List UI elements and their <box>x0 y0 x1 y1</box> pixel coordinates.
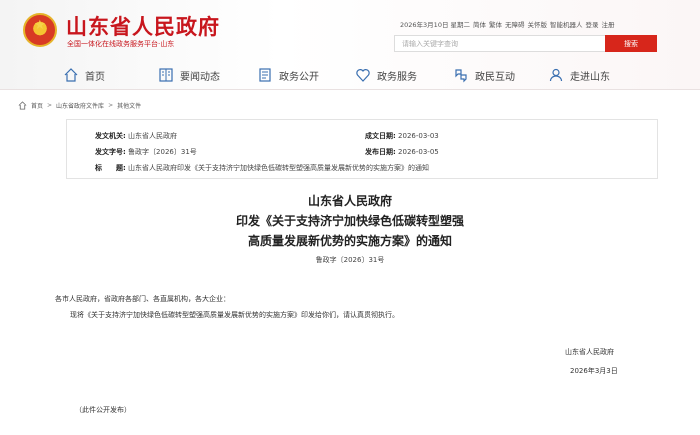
heart-icon <box>356 69 370 82</box>
meta-value: 山东省人民政府印发《关于支持济宁加快绿色低碳转型塑强高质量发展新优势的实施方案》… <box>128 164 430 172</box>
meta-title: 标 题: 山东省人民政府印发《关于支持济宁加快绿色低碳转型塑强高质量发展新优势的… <box>95 163 429 173</box>
meta-value: 山东省人民政府 <box>128 132 178 140</box>
link-traditional[interactable]: 繁体 <box>489 19 502 29</box>
meta-publish-date: 发布日期: 2026-03-05 <box>365 147 439 157</box>
top-links: 2026年3月10日 星期二 简体 繁体 无障碍 关怀版 智能机器人 登录 注册 <box>400 19 615 29</box>
meta-value: 鲁政字〔2026〕31号 <box>128 148 197 156</box>
meta-label: 发文机关: <box>95 132 126 140</box>
site-title[interactable]: 山东省人民政府 <box>66 11 220 41</box>
nav-label: 首页 <box>85 71 105 83</box>
doc-title-line-1: 山东省人民政府 <box>307 194 392 208</box>
doc-title-line-2: 印发《关于支持济宁加快绿色低碳转型塑强 <box>235 214 464 228</box>
nav-label: 政务服务 <box>377 71 417 83</box>
home-icon[interactable] <box>18 101 27 110</box>
current-date: 2026年3月10日 星期二 <box>400 21 471 29</box>
meta-issuer: 发文机关: 山东省人民政府 <box>95 131 177 141</box>
meta-written-date: 成文日期: 2026-03-03 <box>365 131 439 141</box>
doc-signer: 山东省人民政府 <box>565 348 614 356</box>
site-header: 山东省人民政府 全国一体化在线政务服务平台·山东 2026年3月10日 星期二 … <box>0 0 700 90</box>
meta-label: 标 题: <box>95 164 126 172</box>
breadcrumb-separator: > <box>108 102 114 109</box>
link-accessibility[interactable]: 无障碍 <box>505 19 525 29</box>
nav-item-about[interactable]: 走进山东 <box>548 64 610 86</box>
nav-item-open-affairs[interactable]: 政务公开 <box>257 64 319 86</box>
link-simplified[interactable]: 简体 <box>473 19 486 29</box>
doc-body: 现将《关于支持济宁加快绿色低碳转型塑强高质量发展新优势的实施方案》印发给你们，请… <box>70 311 399 319</box>
main-nav: 首页 要闻动态 政务公开 政务服务 政民互动 走进山东 <box>0 63 700 89</box>
news-icon <box>159 68 173 82</box>
nav-label: 走进山东 <box>570 71 610 83</box>
doc-sign-date: 2026年3月3日 <box>570 367 618 375</box>
interaction-icon <box>455 69 467 83</box>
search-button[interactable]: 搜索 <box>605 35 657 52</box>
doc-number: 鲁政字〔2026〕31号 <box>315 256 385 264</box>
meta-label: 成文日期: <box>365 132 396 140</box>
doc-salutation: 各市人民政府，省政府各部门、各直属机构，各大企业： <box>55 295 230 303</box>
breadcrumb: 首页 > 山东省政府文件库 > 其他文件 <box>18 101 141 110</box>
search-input[interactable] <box>394 35 605 52</box>
site-subtitle: 全国一体化在线政务服务平台·山东 <box>67 40 175 48</box>
nav-item-home[interactable]: 首页 <box>63 64 105 86</box>
breadcrumb-separator: > <box>47 102 53 109</box>
link-register[interactable]: 注册 <box>602 19 615 29</box>
breadcrumb-file-library[interactable]: 山东省政府文件库 <box>56 101 104 110</box>
breadcrumb-other-files[interactable]: 其他文件 <box>117 101 141 110</box>
nav-item-news[interactable]: 要闻动态 <box>158 64 220 86</box>
nav-item-services[interactable]: 政务服务 <box>355 64 417 86</box>
link-care-version[interactable]: 关怀版 <box>528 19 548 29</box>
meta-value: 2026-03-05 <box>398 148 439 156</box>
doc-publish-note: （此件公开发布） <box>75 406 131 414</box>
person-icon <box>549 68 563 82</box>
meta-label: 发布日期: <box>365 148 396 156</box>
home-icon <box>64 68 78 82</box>
national-emblem-icon[interactable] <box>23 13 57 47</box>
document-icon <box>259 68 271 82</box>
meta-label: 发文字号: <box>95 148 126 156</box>
document-meta: 发文机关: 山东省人民政府 成文日期: 2026-03-03 发文字号: 鲁政字… <box>66 119 658 179</box>
nav-label: 政务公开 <box>279 71 319 83</box>
nav-label: 政民互动 <box>475 71 515 83</box>
breadcrumb-home[interactable]: 首页 <box>31 101 43 110</box>
link-login[interactable]: 登录 <box>586 19 599 29</box>
nav-label: 要闻动态 <box>180 71 220 83</box>
link-robot[interactable]: 智能机器人 <box>550 19 583 29</box>
nav-item-interaction[interactable]: 政民互动 <box>453 64 515 86</box>
doc-title-line-3: 高质量发展新优势的实施方案》的通知 <box>247 234 452 248</box>
meta-doc-number: 发文字号: 鲁政字〔2026〕31号 <box>95 147 197 157</box>
meta-value: 2026-03-03 <box>398 132 439 140</box>
